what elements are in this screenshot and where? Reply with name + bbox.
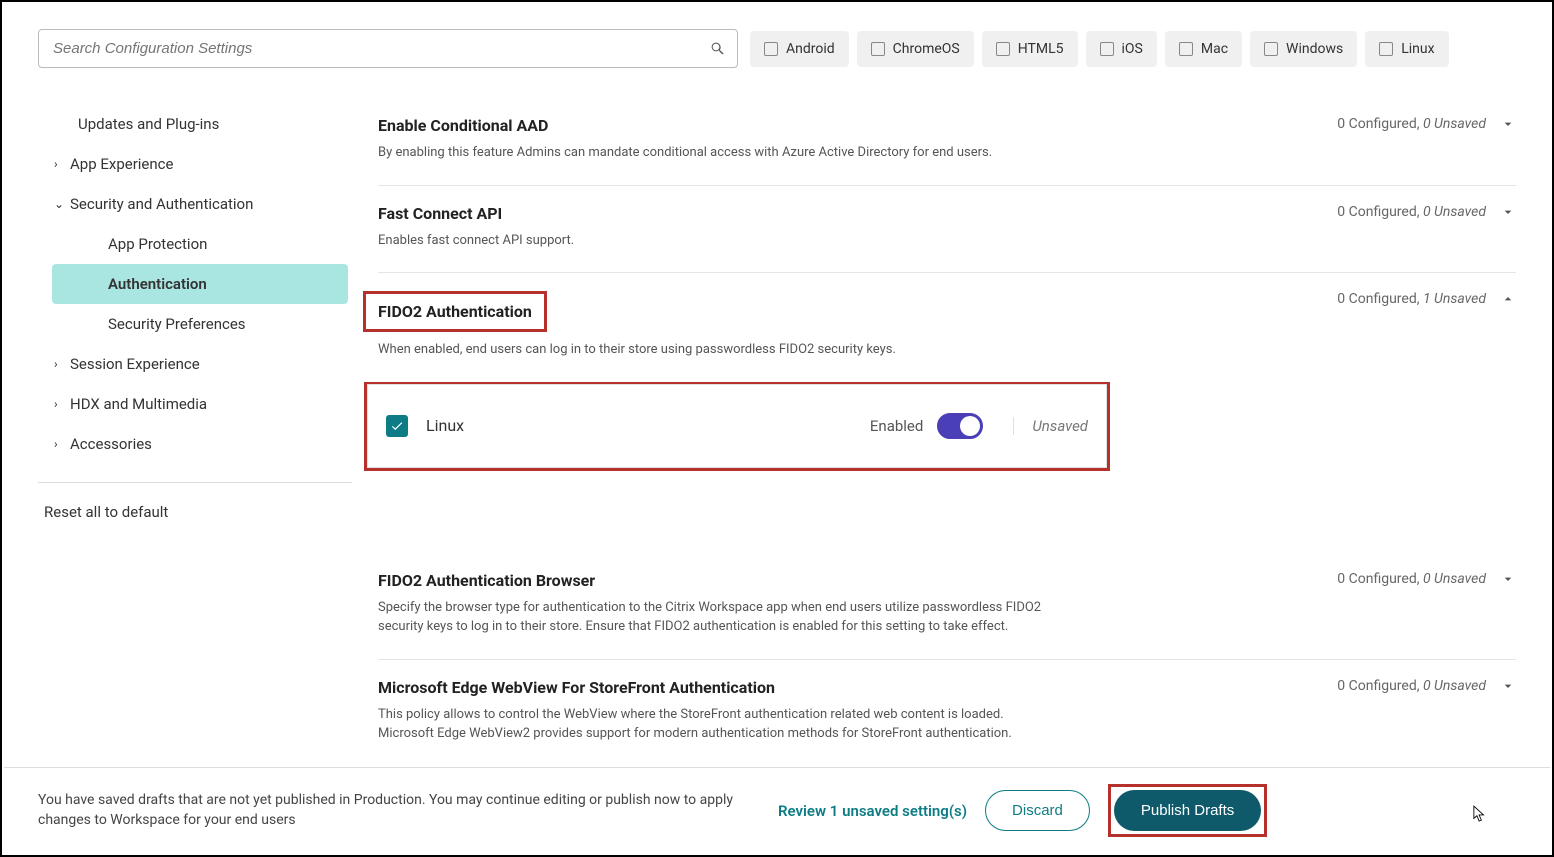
setting-fast-connect: Fast Connect API Enables fast connect AP… [378, 186, 1516, 274]
setting-info: FIDO2 Authentication When enabled, end u… [378, 291, 1317, 360]
filter-android[interactable]: Android [750, 31, 849, 67]
chevron-down-icon: ⌄ [54, 197, 64, 211]
setting-desc: By enabling this feature Admins can mand… [378, 143, 1058, 163]
filter-html5[interactable]: HTML5 [982, 31, 1078, 67]
discard-button[interactable]: Discard [985, 790, 1090, 831]
setting-fido2: FIDO2 Authentication When enabled, end u… [378, 273, 1516, 493]
setting-desc: Specify the browser type for authenticat… [378, 598, 1058, 637]
setting-meta: 0 Configured, 0 Unsaved [1337, 204, 1516, 220]
filter-ios[interactable]: iOS [1086, 31, 1157, 67]
setting-head: Enable Conditional AAD By enabling this … [378, 116, 1516, 163]
setting-desc: This policy allows to control the WebVie… [378, 705, 1058, 744]
nav-app-experience[interactable]: ›App Experience [38, 144, 358, 184]
checkbox-icon [1100, 42, 1114, 56]
setting-head: Microsoft Edge WebView For StoreFront Au… [378, 678, 1516, 744]
setting-title: Enable Conditional AAD [378, 116, 1317, 135]
search-input[interactable] [38, 29, 738, 68]
check-icon [390, 419, 404, 433]
chevron-down-icon[interactable] [1500, 116, 1516, 132]
chevron-down-icon[interactable] [1500, 204, 1516, 220]
setting-meta: 0 Configured, 1 Unsaved [1337, 291, 1516, 307]
footer-actions: Review 1 unsaved setting(s) Discard Publ… [778, 784, 1267, 837]
top-bar: Android ChromeOS HTML5 iOS Mac Windows L… [2, 2, 1552, 78]
chevron-down-icon[interactable] [1500, 678, 1516, 694]
sidebar: Updates and Plug-ins ›App Experience ⌄Se… [38, 78, 358, 776]
checkbox-icon [1179, 42, 1193, 56]
platform-label: Linux [426, 416, 870, 435]
setting-head: FIDO2 Authentication Browser Specify the… [378, 571, 1516, 637]
nav-session-experience[interactable]: ›Session Experience [38, 344, 358, 384]
footer-message: You have saved drafts that are not yet p… [38, 791, 778, 830]
setting-desc: Enables fast connect API support. [378, 231, 1058, 251]
enabled-toggle[interactable] [937, 413, 983, 439]
nav-authentication[interactable]: Authentication [52, 264, 348, 304]
filter-chromeos[interactable]: ChromeOS [857, 31, 974, 67]
chevron-right-icon: › [54, 397, 64, 411]
settings-content: Enable Conditional AAD By enabling this … [358, 78, 1516, 776]
setting-head: Fast Connect API Enables fast connect AP… [378, 204, 1516, 251]
filter-windows[interactable]: Windows [1250, 31, 1357, 67]
nav-app-protection[interactable]: App Protection [52, 224, 348, 264]
setting-fido2-browser: FIDO2 Authentication Browser Specify the… [378, 553, 1516, 660]
toggle-label: Enabled [870, 417, 923, 435]
filter-mac[interactable]: Mac [1165, 31, 1242, 67]
checkbox-icon [764, 42, 778, 56]
checkbox-icon [871, 42, 885, 56]
checkbox-icon [996, 42, 1010, 56]
platform-filters: Android ChromeOS HTML5 iOS Mac Windows L… [750, 31, 1449, 67]
setting-edge-webview: Microsoft Edge WebView For StoreFront Au… [378, 660, 1516, 766]
review-unsaved-link[interactable]: Review 1 unsaved setting(s) [778, 802, 967, 820]
reset-all-link[interactable]: Reset all to default [38, 497, 358, 527]
setting-info: Microsoft Edge WebView For StoreFront Au… [378, 678, 1317, 744]
toggle-area: Enabled [870, 413, 983, 439]
setting-title-highlighted: FIDO2 Authentication [363, 291, 547, 332]
setting-meta: 0 Configured, 0 Unsaved [1337, 116, 1516, 132]
publish-button-highlight: Publish Drafts [1108, 784, 1267, 837]
setting-desc: When enabled, end users can log in to th… [378, 340, 1058, 360]
filter-linux[interactable]: Linux [1365, 31, 1448, 67]
nav-security-prefs[interactable]: Security Preferences [52, 304, 348, 344]
publish-drafts-button[interactable]: Publish Drafts [1114, 790, 1261, 831]
footer-bar: You have saved drafts that are not yet p… [4, 767, 1550, 853]
setting-title: FIDO2 Authentication Browser [378, 571, 1317, 590]
setting-meta: 0 Configured, 0 Unsaved [1337, 571, 1516, 587]
toggle-knob [960, 416, 980, 436]
setting-title: Microsoft Edge WebView For StoreFront Au… [378, 678, 1317, 697]
setting-aad: Enable Conditional AAD By enabling this … [378, 98, 1516, 186]
chevron-right-icon: › [54, 157, 64, 171]
chevron-up-icon[interactable] [1500, 291, 1516, 307]
nav-security[interactable]: ⌄Security and Authentication [38, 184, 358, 224]
setting-info: FIDO2 Authentication Browser Specify the… [378, 571, 1317, 637]
setting-meta: 0 Configured, 0 Unsaved [1337, 678, 1516, 694]
nav-accessories[interactable]: ›Accessories [38, 424, 358, 464]
chevron-right-icon: › [54, 437, 64, 451]
platform-checkbox[interactable] [386, 415, 408, 437]
chevron-down-icon[interactable] [1500, 571, 1516, 587]
sidebar-divider [38, 482, 352, 483]
setting-info: Enable Conditional AAD By enabling this … [378, 116, 1317, 163]
checkbox-icon [1264, 42, 1278, 56]
main-area: Updates and Plug-ins ›App Experience ⌄Se… [2, 78, 1552, 776]
nav-hdx[interactable]: ›HDX and Multimedia [38, 384, 358, 424]
chevron-right-icon: › [54, 357, 64, 371]
setting-title: Fast Connect API [378, 204, 1317, 223]
search-icon [710, 41, 726, 57]
platform-status: Unsaved [1013, 417, 1088, 435]
setting-info: Fast Connect API Enables fast connect AP… [378, 204, 1317, 251]
checkbox-icon [1379, 42, 1393, 56]
nav-updates[interactable]: Updates and Plug-ins [38, 104, 358, 144]
setting-head: FIDO2 Authentication When enabled, end u… [378, 291, 1516, 360]
platform-row-highlighted: Linux Enabled Unsaved [364, 382, 1110, 471]
search-wrapper [38, 29, 738, 68]
platform-row-linux: Linux Enabled Unsaved [367, 384, 1107, 468]
